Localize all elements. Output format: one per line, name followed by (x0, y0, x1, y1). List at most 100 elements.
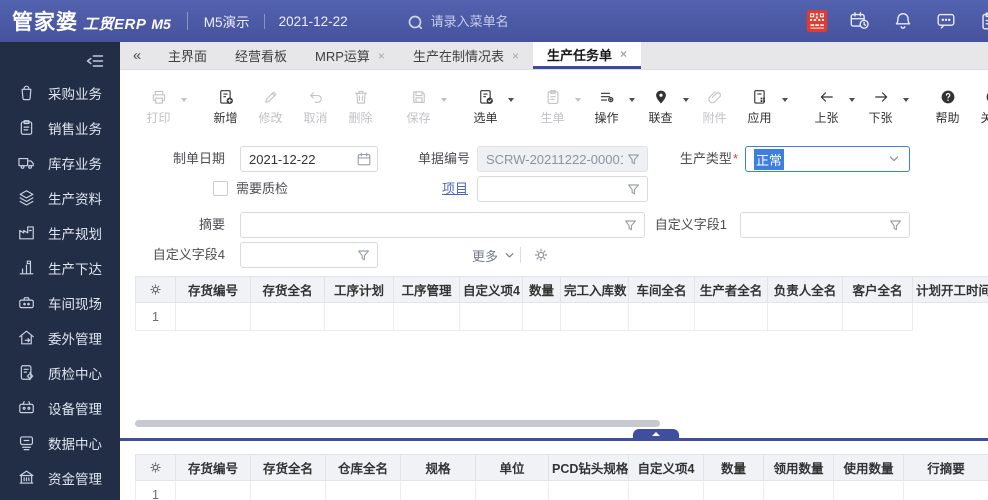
filter-funnel-icon[interactable] (888, 217, 904, 233)
table-row[interactable]: 1 (135, 302, 988, 331)
printer-icon (152, 90, 165, 104)
panel-collapse-handle[interactable] (633, 429, 679, 438)
column-header: 存货全名 (250, 454, 326, 481)
sidebar-item-production-data[interactable]: 生产资料 (0, 180, 120, 215)
trash-icon (354, 90, 367, 104)
sidebar-item-label: 生产下达 (48, 261, 102, 277)
sidebar-item-workshop[interactable]: 车间现场 (0, 285, 120, 320)
sidebar-item-production-planning[interactable]: 生产规划 (0, 215, 120, 250)
close-circle-icon (985, 90, 988, 104)
sidebar-item-funds[interactable]: 资金管理 (0, 460, 120, 495)
summary-input[interactable] (240, 212, 645, 238)
tab-close-icon[interactable]: × (512, 49, 519, 63)
sidebar: 采购业务 销售业务 库存业务 生产资料 生产规划 生产下达 车间现场 委外管理 … (0, 42, 120, 500)
notification-bell-icon[interactable] (892, 10, 914, 32)
dropdown-arrow-icon[interactable] (629, 98, 635, 102)
filter-funnel-icon (626, 151, 642, 167)
sidebar-item-data-center[interactable]: 数据中心 (0, 425, 120, 460)
tab-production-task[interactable]: 生产任务单 × (532, 42, 641, 69)
sidebar-item-equipment[interactable]: 设备管理 (0, 390, 120, 425)
qr-badge-icon[interactable] (806, 10, 828, 32)
edit-button: 修改 (250, 88, 291, 126)
column-header: 数量 (522, 276, 561, 303)
dropdown-arrow-icon[interactable] (683, 98, 689, 102)
make-date-field (240, 146, 378, 172)
tabbar: « 主界面 经营看板 MRP运算 × 生产在制情况表 × 生产任务单 × (120, 42, 988, 70)
pick-order-button[interactable]: 选单 (465, 88, 506, 126)
paperclip-icon (707, 91, 721, 104)
dropdown-arrow-icon[interactable] (508, 98, 514, 102)
tab-home[interactable]: 主界面 (154, 42, 221, 69)
doc-no-label: 单据编号 (417, 151, 470, 166)
next-record-button[interactable]: 下张 (860, 88, 901, 126)
prod-type-label: 生产类型* (679, 151, 738, 166)
dropdown-arrow-icon[interactable] (903, 98, 909, 102)
tab-mrp[interactable]: MRP运算 × (301, 42, 399, 69)
business-date[interactable]: 2021-12-22 (263, 13, 348, 29)
custom1-input[interactable] (740, 212, 910, 238)
dropdown-arrow-icon[interactable] (782, 98, 788, 102)
workspace-name: M5演示 (203, 15, 250, 30)
print-button: 打印 (138, 88, 179, 126)
sidebar-item-outsourcing[interactable]: 委外管理 (0, 320, 120, 355)
filter-funnel-icon[interactable] (623, 217, 639, 233)
sidebar-collapse-button[interactable] (0, 42, 120, 75)
help-button[interactable]: 帮助 (927, 88, 968, 126)
tab-label: 经营看板 (235, 49, 288, 64)
row-number: 1 (135, 480, 176, 500)
table-row[interactable]: 1 (135, 480, 988, 500)
sidebar-item-inventory[interactable]: 库存业务 (0, 145, 120, 180)
tab-wip-report[interactable]: 生产在制情况表 × (399, 42, 533, 69)
project-input[interactable] (477, 176, 648, 202)
link-query-button[interactable]: 联查 (640, 88, 681, 126)
column-header: 负责人全名 (767, 276, 843, 303)
pencil-icon (264, 91, 276, 103)
prod-type-select[interactable]: 正常 (745, 146, 910, 172)
operate-button[interactable]: 操作 (586, 88, 627, 126)
need-qc-checkbox[interactable] (213, 181, 228, 196)
sidebar-item-label: 车间现场 (48, 296, 102, 312)
sidebar-item-quality[interactable]: 质检中心 (0, 355, 120, 390)
menu-search[interactable] (406, 13, 561, 29)
filter-funnel-icon[interactable] (626, 181, 642, 197)
tab-close-icon[interactable]: × (378, 49, 385, 63)
horizontal-scrollbar-thumb[interactable] (135, 420, 660, 427)
layers-icon (19, 190, 34, 206)
more-toggle[interactable]: 更多 (472, 242, 516, 268)
grid-settings-gear-icon[interactable] (135, 454, 176, 481)
column-header: 工序管理 (393, 276, 460, 303)
sidebar-item-purchase[interactable]: 采购业务 (0, 75, 120, 110)
summary-label: 摘要 (198, 217, 225, 232)
truck-icon (18, 157, 34, 169)
prev-record-button[interactable]: 上张 (806, 88, 847, 126)
tab-dashboard[interactable]: 经营看板 (221, 42, 301, 69)
sidebar-item-label: 委外管理 (48, 331, 102, 347)
form-separator (520, 247, 521, 263)
close-button[interactable]: 关闭 (972, 88, 988, 126)
sidebar-item-partial[interactable] (0, 495, 120, 500)
tab-scroll-back-icon[interactable]: « (120, 42, 154, 69)
clipboard-icon[interactable] (978, 10, 988, 32)
search-input[interactable] (430, 13, 561, 29)
dropdown-arrow-icon[interactable] (849, 98, 855, 102)
tab-close-icon[interactable]: × (620, 47, 627, 61)
sidebar-item-sales[interactable]: 销售业务 (0, 110, 120, 145)
calendar-icon[interactable] (356, 151, 372, 167)
calendar-clock-icon[interactable] (849, 10, 871, 32)
arrow-right-icon (874, 92, 887, 102)
sidebar-item-production-release[interactable]: 生产下达 (0, 250, 120, 285)
grid-settings-gear-icon[interactable] (135, 276, 176, 303)
apply-button[interactable]: 应用 (739, 88, 780, 126)
sidebar-item-label: 采购业务 (48, 86, 102, 102)
add-button[interactable]: 新增 (205, 88, 246, 126)
outsource-house-icon (19, 330, 34, 345)
project-link-label[interactable]: 项目 (442, 176, 470, 202)
filter-funnel-icon[interactable] (356, 247, 372, 263)
form-settings-gear-icon[interactable] (532, 246, 550, 264)
cancel-button: 取消 (295, 88, 336, 126)
collapse-menu-icon (86, 55, 104, 67)
message-icon[interactable] (935, 10, 957, 32)
column-header: 仓库全名 (325, 454, 401, 481)
prod-type-value: 正常 (754, 148, 785, 170)
chevron-down-icon (887, 152, 901, 166)
